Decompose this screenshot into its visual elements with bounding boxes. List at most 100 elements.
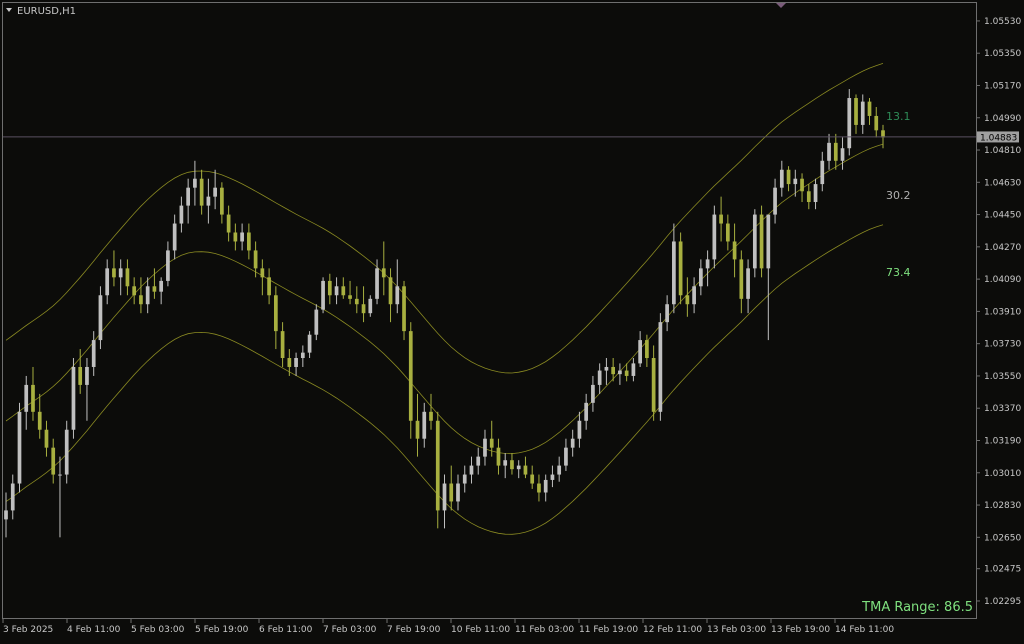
y-tick-label: 1.04270 <box>984 243 1021 253</box>
x-tick-label: 5 Feb 19:00 <box>195 625 249 635</box>
candle-body <box>321 280 325 310</box>
x-tick-label: 11 Feb 19:00 <box>579 625 638 635</box>
candle-body <box>422 411 427 439</box>
candle-body <box>395 286 400 305</box>
candle-body <box>354 298 359 305</box>
candle-body <box>645 340 649 359</box>
candle-body <box>31 384 35 412</box>
candle-body <box>179 205 184 224</box>
y-tick-label: 1.02295 <box>984 597 1021 607</box>
candle-body <box>577 420 582 439</box>
candle-body <box>85 366 89 385</box>
candle-body <box>530 474 535 484</box>
candle-body <box>483 438 487 457</box>
candle-body <box>564 447 568 466</box>
candle-body <box>584 402 589 421</box>
candle-body <box>557 465 562 475</box>
y-tick-label: 1.04990 <box>984 114 1021 124</box>
band-label-bottom: 73.4 <box>886 266 911 279</box>
symbol-menu[interactable]: EURUSD,H1 <box>6 6 76 17</box>
y-tick-label: 1.03910 <box>984 307 1021 317</box>
candle-body <box>476 456 481 466</box>
candle-body <box>368 298 373 314</box>
candle-body <box>105 268 110 296</box>
candle-body <box>739 259 744 299</box>
candle-body <box>766 214 771 269</box>
candle-body <box>543 479 548 493</box>
y-tick-label: 1.05350 <box>984 49 1021 59</box>
chart-background <box>0 0 1024 640</box>
symbol-label: EURUSD,H1 <box>17 6 76 17</box>
candle-body <box>874 115 879 131</box>
candle-body <box>300 352 305 359</box>
candle-body <box>840 148 845 161</box>
x-tick-label: 7 Feb 19:00 <box>387 625 441 635</box>
candle-body <box>692 286 696 305</box>
x-tick-label: 12 Feb 11:00 <box>643 625 702 635</box>
y-tick-label: 1.03190 <box>984 436 1021 446</box>
candle-body <box>570 438 575 448</box>
x-tick-label: 10 Feb 11:00 <box>451 625 510 635</box>
candle-body <box>186 187 191 206</box>
candle-body <box>725 223 730 242</box>
candle-body <box>307 334 312 353</box>
candle-body <box>752 214 757 269</box>
candle-body <box>213 187 217 197</box>
candle-body <box>705 259 710 269</box>
candle-body <box>462 474 467 484</box>
candle-body <box>334 286 339 296</box>
candle-body <box>665 304 669 323</box>
y-tick-label: 1.05170 <box>984 81 1021 91</box>
tma-range-label: TMA Range: 86.5 <box>861 600 973 615</box>
candle-body <box>112 268 116 278</box>
y-tick-label: 1.04450 <box>984 211 1021 221</box>
candle-body <box>199 178 204 206</box>
candle-body <box>327 280 332 296</box>
candle-body <box>847 98 852 149</box>
candle-body <box>64 429 69 475</box>
candle-body <box>226 214 231 233</box>
candle-body <box>442 483 447 511</box>
candle-body <box>139 295 143 305</box>
candle-body <box>523 465 528 475</box>
band-label-top: 13.1 <box>886 110 911 123</box>
candle-body <box>624 370 629 376</box>
current-price-marker: 1.04883 <box>977 131 1019 143</box>
candle-body <box>813 184 818 203</box>
candle-body <box>827 142 831 161</box>
chart-area[interactable]: 1.05530 1.05350 1.05170 1.04990 1.04810 1.046… <box>0 0 1024 640</box>
candle-body <box>658 322 663 412</box>
candle-body <box>71 366 76 430</box>
candle-body <box>51 447 56 475</box>
candle-body <box>860 101 865 125</box>
candle-body <box>247 232 251 251</box>
candle-body <box>118 268 123 278</box>
candle-body <box>294 358 298 367</box>
candle-body <box>172 223 177 251</box>
candle-body <box>867 101 872 116</box>
band-label-mid: 30.2 <box>886 189 911 202</box>
candle-body <box>206 196 211 206</box>
y-tick-label: 1.03730 <box>984 340 1021 350</box>
candle-body <box>469 465 474 475</box>
candle-body <box>381 268 386 278</box>
candle-body <box>388 277 393 305</box>
candle-body <box>604 366 609 371</box>
x-tick-label: 13 Feb 03:00 <box>707 625 766 635</box>
candle-body <box>786 169 791 185</box>
x-tick-label: 7 Feb 03:00 <box>323 625 377 635</box>
y-tick-label: 1.04810 <box>984 146 1021 156</box>
candlestick-chart: 1.05530 1.05350 1.05170 1.04990 1.04810 1.046… <box>0 0 1024 640</box>
candle-body <box>152 286 157 292</box>
candle-body <box>415 420 420 439</box>
candle-body <box>678 241 683 296</box>
candle-body <box>435 420 440 511</box>
candle-body <box>496 447 501 466</box>
candle-body <box>597 370 602 385</box>
candle-body <box>260 268 265 278</box>
candle-body <box>429 411 433 421</box>
candle-body <box>24 384 29 412</box>
candle-body <box>550 474 555 480</box>
y-tick-label: 1.05530 <box>984 17 1021 27</box>
x-tick-label: 4 Feb 11:00 <box>67 625 121 635</box>
